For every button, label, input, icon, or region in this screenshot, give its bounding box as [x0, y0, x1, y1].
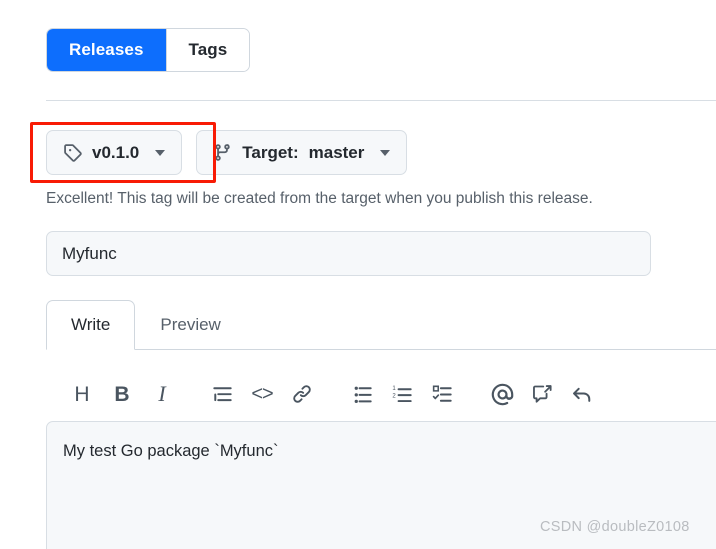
- header-divider: [46, 100, 716, 101]
- markdown-toolbar-group-text: H B I: [62, 374, 182, 414]
- target-selector-button[interactable]: Target: master: [196, 130, 407, 175]
- bold-glyph: B: [114, 384, 129, 405]
- git-branch-icon: [213, 143, 232, 162]
- tag-help-text: Excellent! This tag will be created from…: [46, 190, 593, 208]
- markdown-toolbar-group-block: <>: [202, 374, 322, 414]
- mention-icon[interactable]: [482, 374, 522, 414]
- target-selector-value: master: [309, 143, 365, 163]
- release-body-textarea[interactable]: [46, 421, 716, 549]
- heading-glyph: H: [74, 384, 89, 405]
- link-icon[interactable]: [282, 374, 322, 414]
- saved-reply-icon[interactable]: [522, 374, 562, 414]
- release-form-page: Releases Tags v0.1.0 Target: master: [0, 0, 716, 549]
- italic-icon[interactable]: I: [142, 374, 182, 414]
- reply-icon[interactable]: [562, 374, 602, 414]
- ordered-list-icon[interactable]: 1 2: [382, 374, 422, 414]
- code-glyph: <>: [251, 384, 272, 404]
- tag-selector-value: v0.1.0: [92, 143, 139, 163]
- code-icon[interactable]: <>: [242, 374, 282, 414]
- markdown-toolbar: H B I <>: [62, 374, 602, 414]
- tab-releases[interactable]: Releases: [47, 29, 166, 71]
- release-title-input[interactable]: [46, 231, 651, 276]
- tab-preview[interactable]: Preview: [135, 300, 245, 350]
- heading-icon[interactable]: H: [62, 374, 102, 414]
- tag-icon: [63, 143, 82, 162]
- tag-selector-button[interactable]: v0.1.0: [46, 130, 182, 175]
- target-selector-label: Target:: [242, 143, 298, 163]
- tab-write[interactable]: Write: [46, 300, 135, 350]
- quote-icon[interactable]: [202, 374, 242, 414]
- italic-glyph: I: [158, 383, 165, 405]
- releases-tags-segmented-control: Releases Tags: [46, 28, 250, 72]
- unordered-list-icon[interactable]: [342, 374, 382, 414]
- chevron-down-icon: [155, 150, 165, 156]
- chevron-down-icon: [380, 150, 390, 156]
- tag-target-row: v0.1.0 Target: master: [46, 130, 407, 175]
- tab-tags[interactable]: Tags: [167, 29, 250, 71]
- editor-tabs: Write Preview: [46, 300, 716, 350]
- task-list-icon[interactable]: [422, 374, 462, 414]
- bold-icon[interactable]: B: [102, 374, 142, 414]
- svg-text:2: 2: [392, 393, 396, 399]
- svg-text:1: 1: [392, 386, 396, 392]
- markdown-toolbar-group-extras: [482, 374, 602, 414]
- markdown-toolbar-group-lists: 1 2: [342, 374, 462, 414]
